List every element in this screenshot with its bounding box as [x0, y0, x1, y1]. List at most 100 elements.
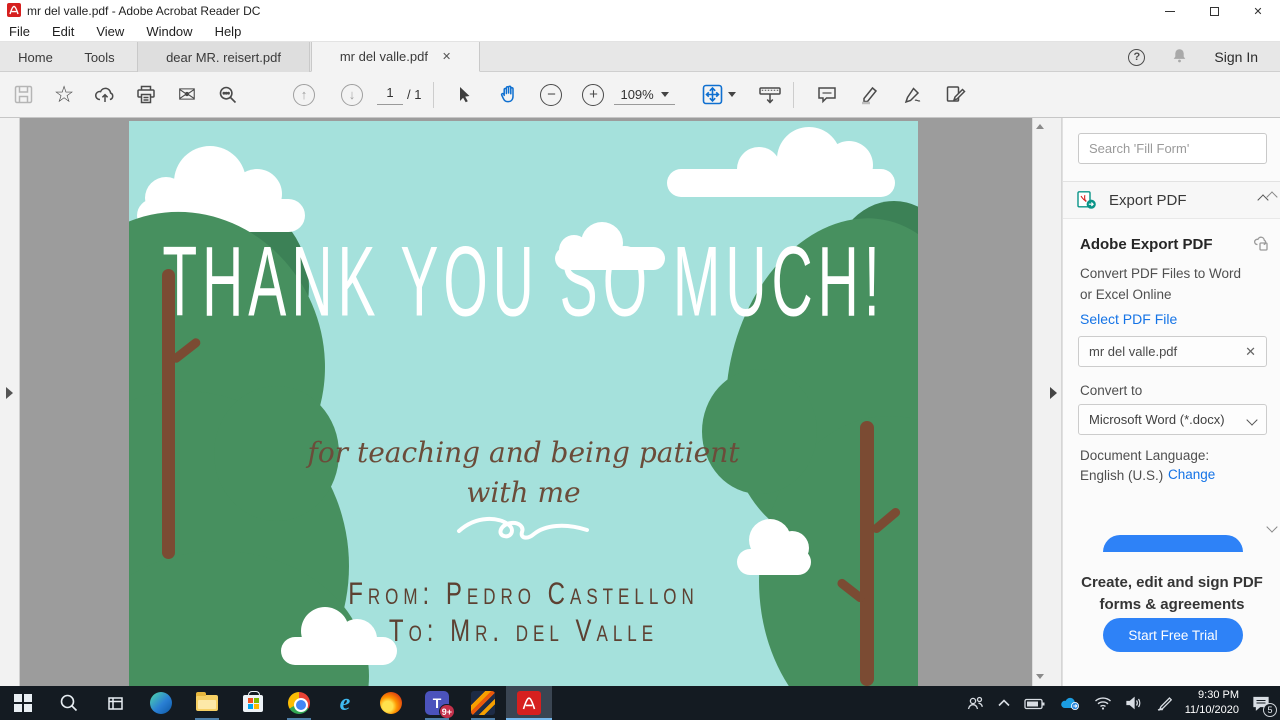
- start-free-trial-button[interactable]: Start Free Trial: [1103, 618, 1243, 652]
- convert-to-label: Convert to: [1080, 383, 1143, 398]
- edge-button[interactable]: [138, 686, 184, 720]
- menu-window[interactable]: Window: [146, 24, 192, 39]
- tab-bar: Home Tools dear MR. reisert.pdf mr del v…: [0, 42, 1280, 72]
- convert-format-dropdown[interactable]: Microsoft Word (*.docx): [1078, 404, 1267, 435]
- chrome-button[interactable]: [276, 686, 322, 720]
- scroll-down-icon[interactable]: [1036, 674, 1044, 679]
- print-icon[interactable]: [131, 80, 161, 110]
- left-pane-toggle-icon[interactable]: [6, 387, 13, 399]
- select-tool-icon[interactable]: [450, 80, 480, 110]
- zoom-out-icon[interactable]: −: [536, 80, 566, 110]
- zoom-level-dropdown[interactable]: 109%: [614, 85, 675, 105]
- toolbar-divider: [433, 81, 435, 108]
- card-message-line2: with me: [466, 476, 581, 509]
- tab-tools[interactable]: Tools: [72, 42, 127, 72]
- favorite-star-icon[interactable]: ☆: [49, 80, 79, 110]
- notification-bell-icon[interactable]: [1171, 47, 1188, 67]
- card-title: THANK YOU SO MUCH!: [162, 226, 885, 338]
- pdf-page[interactable]: THANK YOU SO MUCH! for teaching and bein…: [129, 121, 918, 686]
- volume-icon[interactable]: [1125, 696, 1143, 710]
- menu-file[interactable]: File: [9, 24, 30, 39]
- previous-page-icon[interactable]: ↑: [289, 80, 319, 110]
- teams-button[interactable]: T 9+: [414, 686, 460, 720]
- windows-ink-icon[interactable]: [1156, 696, 1172, 711]
- start-button[interactable]: [0, 686, 46, 720]
- search-icon[interactable]: [213, 80, 243, 110]
- firefox-icon: [380, 692, 402, 714]
- convert-button-partial[interactable]: [1103, 535, 1243, 552]
- gmx-button[interactable]: [460, 686, 506, 720]
- window-title: mr del valle.pdf - Adobe Acrobat Reader …: [27, 4, 261, 18]
- minimize-button[interactable]: [1148, 0, 1192, 22]
- card-from-line: From: Pedro Castellon: [348, 576, 699, 612]
- taskbar-clock[interactable]: 9:30 PM 11/10/2020: [1185, 688, 1239, 718]
- clock-time: 9:30 PM: [1198, 689, 1239, 702]
- file-explorer-icon: [196, 692, 218, 711]
- chevron-down-icon: [1246, 413, 1258, 426]
- highlight-icon[interactable]: [855, 80, 885, 110]
- next-page-icon[interactable]: ↓: [337, 80, 367, 110]
- comment-icon[interactable]: [812, 80, 842, 110]
- tools-sidebar: Export PDF Adobe Export PDF Convert PDF …: [1062, 118, 1280, 686]
- selected-file-name: mr del valle.pdf: [1089, 344, 1178, 359]
- page-count-label: / 1: [407, 87, 422, 102]
- left-pane-strip: [0, 118, 20, 686]
- menu-view[interactable]: View: [96, 24, 124, 39]
- tab-dear-mr-reisert[interactable]: dear MR. reisert.pdf: [137, 42, 310, 72]
- toolbar-divider: [792, 81, 794, 108]
- battery-icon[interactable]: [1024, 697, 1046, 710]
- fill-sign-icon[interactable]: [898, 80, 928, 110]
- close-button[interactable]: ✕: [1236, 0, 1280, 22]
- card-message-line1: for teaching and being patient: [307, 436, 740, 469]
- document-scrollbar[interactable]: [1032, 118, 1046, 686]
- search-input[interactable]: [1078, 133, 1267, 164]
- action-center-button[interactable]: 5: [1252, 695, 1277, 717]
- selected-file-box: mr del valle.pdf ✕: [1078, 336, 1267, 367]
- export-pdf-label: Export PDF: [1109, 191, 1187, 209]
- file-explorer-button[interactable]: [184, 686, 230, 720]
- tab-close-icon[interactable]: ✕: [442, 50, 451, 63]
- document-language-label: Document Language:: [1080, 448, 1210, 463]
- sign-in-link[interactable]: Sign In: [1214, 49, 1258, 65]
- sidebar-scroll-up-icon[interactable]: [1266, 188, 1278, 203]
- internet-explorer-button[interactable]: e: [322, 686, 368, 720]
- acrobat-taskbar-button[interactable]: [506, 686, 552, 720]
- onedrive-icon[interactable]: [1059, 696, 1081, 710]
- change-language-link[interactable]: Change: [1168, 467, 1215, 482]
- right-pane-toggle-icon[interactable]: [1050, 387, 1057, 399]
- maximize-button[interactable]: [1192, 0, 1236, 22]
- fit-page-icon[interactable]: [699, 80, 739, 110]
- task-view-button[interactable]: [92, 686, 138, 720]
- tab-home[interactable]: Home: [8, 42, 63, 72]
- tab-mr-del-valle[interactable]: mr del valle.pdf ✕: [311, 42, 480, 72]
- microsoft-store-button[interactable]: [230, 686, 276, 720]
- people-icon[interactable]: [966, 695, 984, 711]
- help-icon[interactable]: ?: [1128, 48, 1146, 66]
- more-tools-icon[interactable]: [941, 80, 971, 110]
- edge-icon: [150, 692, 172, 714]
- menu-help[interactable]: Help: [215, 24, 242, 39]
- tray-chevron-up-icon[interactable]: [997, 698, 1011, 708]
- email-icon[interactable]: ✉: [172, 80, 202, 110]
- menu-edit[interactable]: Edit: [52, 24, 74, 39]
- taskbar-search-button[interactable]: [46, 686, 92, 720]
- firefox-button[interactable]: [368, 686, 414, 720]
- sidebar-scroll-down-icon[interactable]: [1266, 518, 1278, 533]
- wifi-icon[interactable]: [1094, 696, 1112, 710]
- save-icon[interactable]: [8, 80, 38, 110]
- zoom-in-icon[interactable]: +: [578, 80, 608, 110]
- hand-tool-icon[interactable]: [494, 80, 524, 110]
- select-pdf-file-link[interactable]: Select PDF File: [1080, 311, 1177, 327]
- teams-icon: T 9+: [425, 691, 455, 719]
- scroll-up-icon[interactable]: [1036, 124, 1044, 129]
- scrolling-mode-icon[interactable]: [755, 80, 785, 110]
- acrobat-icon: [517, 691, 541, 715]
- system-tray: 9:30 PM 11/10/2020 5: [966, 686, 1280, 720]
- export-pdf-header[interactable]: Export PDF: [1063, 182, 1280, 219]
- teams-badge: 9+: [438, 704, 455, 719]
- cloud-upload-icon[interactable]: [90, 80, 120, 110]
- right-pane-strip: [1046, 118, 1062, 686]
- page-number-input[interactable]: 1: [377, 85, 403, 105]
- remove-file-icon[interactable]: ✕: [1245, 344, 1256, 360]
- chrome-icon: [288, 692, 310, 714]
